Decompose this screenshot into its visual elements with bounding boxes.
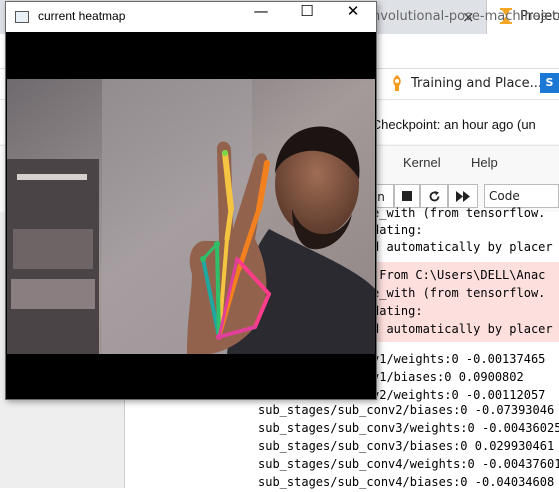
fast-forward-icon — [456, 191, 470, 202]
output-line: v1/weights:0 -0.00137465 — [372, 352, 546, 366]
checkpoint-status: st Checkpoint: an hour ago (un — [358, 117, 536, 132]
address-text[interactable]: nvolutional-pose-machines-te — [372, 9, 559, 24]
maximize-button[interactable]: ☐ — [284, 2, 330, 32]
window-titlebar[interactable]: current heatmap — ☐ ✕ — [6, 2, 376, 32]
output-line: sub_stages/sub_conv4/weights:0 -0.004376… — [258, 457, 559, 471]
output-line: sub_stages/sub_conv4/biases:0 -0.0403460… — [258, 475, 555, 489]
skeleton-bone — [215, 242, 221, 339]
bookmark-ms-icon[interactable]: S — [540, 73, 559, 93]
heatmap-window: current heatmap — ☐ ✕ — [5, 1, 377, 400]
output-line: sub_stages/sub_conv3/weights:0 -0.004360… — [258, 421, 559, 435]
webcam-frame — [7, 79, 375, 354]
menu-help[interactable]: Help — [471, 155, 498, 170]
stderr-line: dating: — [372, 304, 423, 318]
output-line: sub_stages/sub_conv2/biases:0 -0.0739304… — [258, 403, 555, 417]
stderr-line: e_with (from tensorflow. — [372, 286, 546, 300]
shelf-clothes — [13, 229, 93, 269]
skeleton-joint — [222, 150, 228, 156]
output-line: sub_stages/sub_conv3/biases:0 0.02993046… — [258, 439, 555, 453]
skeleton-joint — [216, 334, 222, 340]
close-button[interactable]: ✕ — [330, 2, 376, 32]
shelf-clothes — [11, 279, 95, 309]
output-line: v1/biases:0 0.0900802 — [372, 370, 524, 384]
bookmark-icon — [393, 75, 401, 91]
menu-kernel[interactable]: Kernel — [403, 155, 441, 170]
skeleton-joint — [214, 241, 220, 247]
window-title: current heatmap — [38, 9, 126, 23]
restart-icon — [429, 191, 439, 202]
window-app-icon — [15, 11, 29, 23]
output-line: d automatically by placer — [372, 240, 553, 254]
stop-icon — [402, 191, 412, 201]
skeleton-joint — [200, 256, 206, 262]
bookmark-training[interactable]: Training and Place... — [411, 76, 542, 91]
minimize-button[interactable]: — — [238, 2, 284, 32]
shelf-item — [17, 174, 87, 180]
stderr-line: d automatically by placer — [372, 322, 553, 336]
stderr-line: From C:\Users\DELL\Anac — [372, 268, 546, 282]
